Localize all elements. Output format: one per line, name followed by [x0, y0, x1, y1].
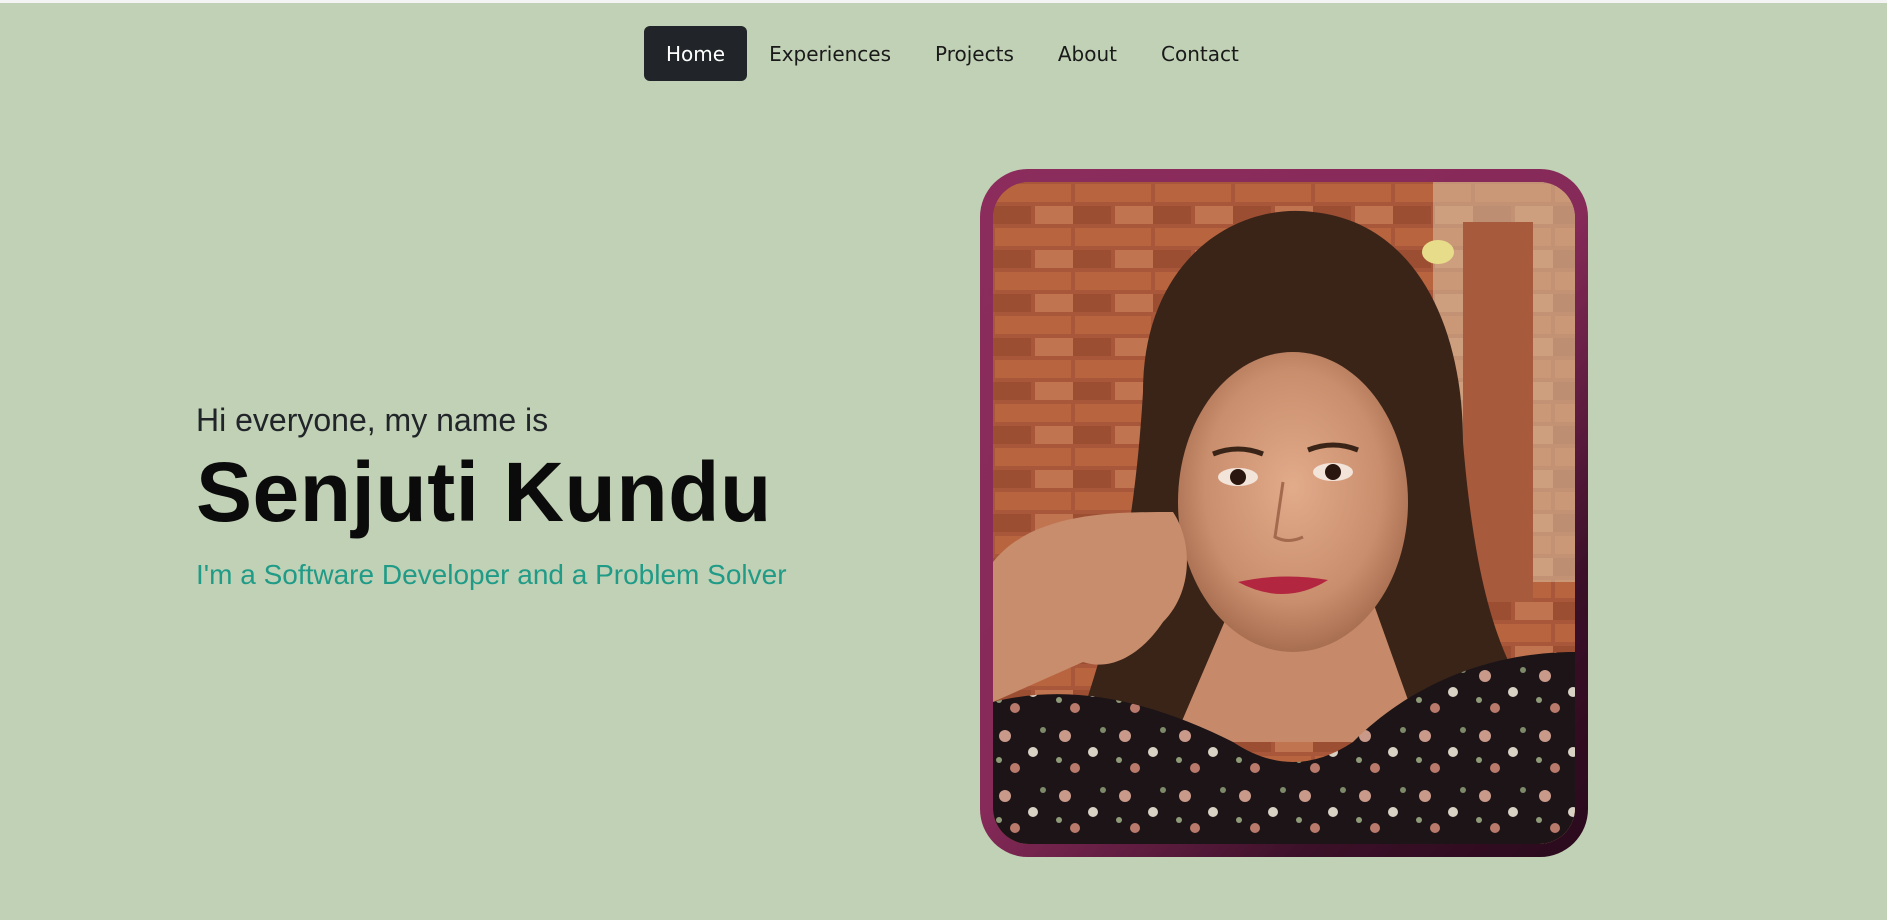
nav-home-link[interactable]: Home [644, 26, 748, 81]
hero-tagline: I'm a Software Developer and a Problem S… [196, 559, 787, 590]
nav-projects-link[interactable]: Projects [913, 26, 1036, 81]
nav-about-link[interactable]: About [1036, 26, 1139, 81]
hero-greeting: Hi everyone, my name is [196, 402, 549, 438]
top-border [0, 0, 1887, 3]
main-navbar: Home Experiences Projects About Contact [644, 26, 1261, 81]
nav-experiences-link[interactable]: Experiences [747, 26, 913, 81]
profile-photo-frame [980, 169, 1588, 857]
profile-photo [993, 182, 1575, 844]
portrait-illustration [993, 182, 1575, 844]
hero-name: Senjuti Kundu [196, 445, 772, 539]
nav-contact-link[interactable]: Contact [1139, 26, 1261, 81]
hero-intro: Hi everyone, my name is Senjuti Kundu I'… [196, 398, 787, 594]
